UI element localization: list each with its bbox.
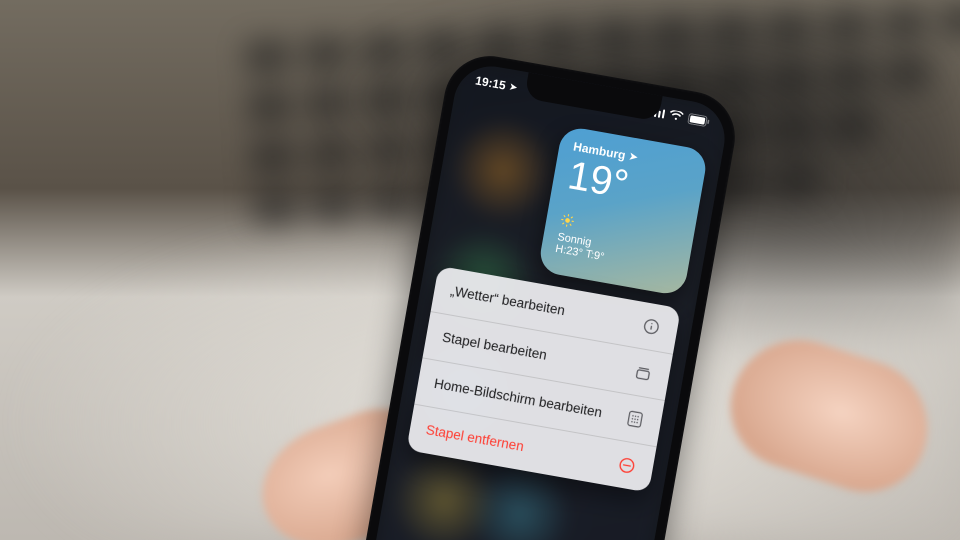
stack-icon: [632, 361, 655, 384]
wifi-icon: [669, 110, 685, 122]
apps-grid-icon: [623, 408, 646, 431]
location-arrow-icon: ➤: [628, 151, 638, 163]
status-time: 19:15: [474, 73, 507, 92]
scene-background: 19:15 ➤ Hamburg: [0, 0, 960, 540]
location-services-icon: ➤: [509, 81, 518, 93]
info-circle-icon: [640, 315, 663, 338]
battery-icon: [687, 112, 711, 127]
weather-widget[interactable]: Hamburg ➤ 19° Sonnig H:23° T:9°: [537, 125, 708, 296]
minus-circle-icon: [615, 454, 638, 477]
